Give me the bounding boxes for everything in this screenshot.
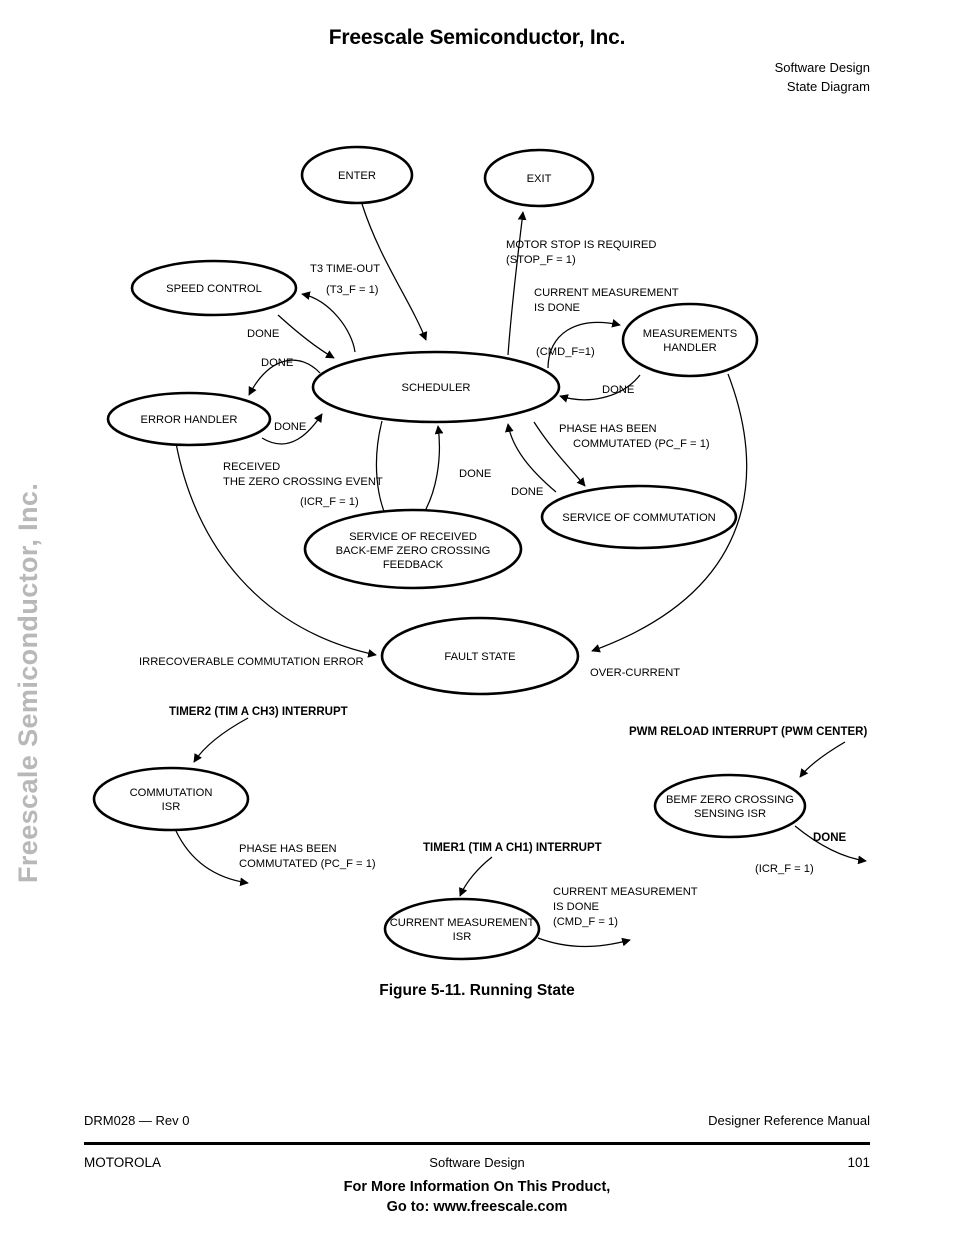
node-service-of-commutation: SERVICE OF COMMUTATION: [540, 484, 738, 550]
label-phase-commutated-2: COMMUTATED (PC_F = 1): [573, 438, 710, 450]
node-current-measurement-isr-label-1: CURRENT MEASUREMENT: [390, 917, 535, 929]
node-enter-label: ENTER: [338, 170, 376, 182]
label-isr-done: DONE: [813, 832, 847, 844]
edge-scheduler-to-speed-control: [301, 291, 356, 353]
label-isr-phase-commutated-2: COMMUTATED (PC_F = 1): [239, 858, 376, 870]
label-pwm-reload-interrupt: PWM RELOAD INTERRUPT (PWM CENTER): [629, 726, 867, 738]
node-bemf-zero-crossing-isr: BEMF ZERO CROSSING SENSING ISR: [653, 773, 807, 839]
footer-divider: [84, 1142, 870, 1145]
node-commutation-isr-label-1: COMMUTATION: [130, 787, 213, 799]
label-done-commutation: DONE: [511, 486, 543, 498]
node-scheduler-label: SCHEDULER: [401, 382, 470, 394]
node-scheduler: SCHEDULER: [311, 350, 561, 424]
footer-promo: For More Information On This Product, Go…: [0, 1177, 954, 1217]
node-current-measurement-isr-label-2: ISR: [453, 931, 472, 943]
edge-pwm-reload-to-bemf-isr: [799, 741, 846, 778]
label-motor-stop-2: (STOP_F = 1): [506, 254, 576, 266]
label-timer1-interrupt: TIMER1 (TIM A CH1) INTERRUPT: [423, 842, 602, 854]
footer-doc-id: DRM028 — Rev 0: [84, 1113, 190, 1128]
node-backemf-label-2: BACK-EMF ZERO CROSSING: [336, 545, 491, 557]
label-current-measurement-done-2: IS DONE: [534, 302, 580, 314]
edge-commutation-isr-out: [175, 830, 249, 887]
document-page: Freescale Semiconductor, Inc. Freescale …: [0, 0, 954, 1235]
node-backemf-feedback: SERVICE OF RECEIVED BACK-EMF ZERO CROSSI…: [303, 508, 523, 590]
label-t3-timeout-2: (T3_F = 1): [326, 284, 379, 296]
node-speed-control-label: SPEED CONTROL: [166, 283, 262, 295]
label-irrecoverable-commutation-error: IRRECOVERABLE COMMUTATION ERROR: [139, 656, 364, 668]
label-current-measurement-done-1: CURRENT MEASUREMENT: [534, 287, 679, 299]
node-bemf-isr-label-2: SENSING ISR: [694, 808, 766, 820]
node-error-handler: ERROR HANDLER: [106, 391, 272, 447]
label-done-error-in: DONE: [274, 421, 306, 433]
footer-manual-name: Designer Reference Manual: [708, 1113, 870, 1128]
edge-timer2-to-commutation-isr: [193, 717, 249, 763]
edge-speed-control-to-scheduler: [277, 314, 335, 359]
label-t3-timeout-1: T3 TIME-OUT: [310, 263, 380, 275]
edge-scheduler-to-exit: [507, 211, 527, 356]
footer-promo-line-1: For More Information On This Product,: [343, 1179, 611, 1195]
label-phase-commutated-1: PHASE HAS BEEN: [559, 423, 657, 435]
label-received-zc-1: RECEIVED: [223, 461, 280, 473]
footer-bottom-row: MOTOROLA Software Design 101: [84, 1155, 870, 1170]
label-isr-current-measurement-2: IS DONE: [553, 901, 599, 913]
state-diagram: ENTER EXIT SPEED CONTROL SCHEDULER ERROR…: [92, 145, 867, 961]
node-error-handler-label: ERROR HANDLER: [141, 414, 238, 426]
label-done-speed-control: DONE: [247, 328, 279, 340]
label-motor-stop-1: MOTOR STOP IS REQUIRED: [506, 239, 656, 251]
node-exit: EXIT: [483, 148, 595, 208]
footer-section: Software Design: [429, 1155, 525, 1170]
label-done-measurements: DONE: [602, 384, 634, 396]
node-measurements-handler: MEASUREMENTS HANDLER: [621, 302, 759, 378]
label-isr-current-measurement-3: (CMD_F = 1): [553, 916, 618, 928]
edge-service-commutation-to-scheduler: [504, 423, 557, 493]
label-timer2-interrupt: TIMER2 (TIM A CH3) INTERRUPT: [169, 706, 348, 718]
footer-top-row: DRM028 — Rev 0 Designer Reference Manual: [84, 1113, 870, 1128]
node-bemf-isr-label-1: BEMF ZERO CROSSING: [666, 794, 794, 806]
node-speed-control: SPEED CONTROL: [130, 259, 298, 317]
label-isr-phase-commutated-1: PHASE HAS BEEN: [239, 843, 337, 855]
label-isr-icr-f: (ICR_F = 1): [755, 863, 814, 875]
label-isr-current-measurement-1: CURRENT MEASUREMENT: [553, 886, 698, 898]
edge-backemf-to-scheduler: [417, 425, 444, 523]
node-exit-label: EXIT: [527, 173, 552, 185]
label-received-zc-3: (ICR_F = 1): [300, 496, 359, 508]
edge-current-measurement-isr-out: [537, 937, 631, 948]
label-cmd-f-1: (CMD_F=1): [536, 346, 595, 358]
node-backemf-label-3: FEEDBACK: [383, 559, 444, 571]
figure-caption: Figure 5-11. Running State: [379, 982, 575, 999]
node-commutation-isr-label-2: ISR: [162, 801, 181, 813]
footer-promo-line-2: Go to: www.freescale.com: [386, 1199, 568, 1215]
label-received-zc-2: THE ZERO CROSSING EVENT: [223, 476, 383, 488]
node-fault-state: FAULT STATE: [380, 616, 580, 696]
node-backemf-label-1: SERVICE OF RECEIVED: [349, 531, 477, 543]
node-current-measurement-isr: CURRENT MEASUREMENT ISR: [383, 897, 541, 961]
label-done-error-out: DONE: [261, 357, 293, 369]
node-measurements-handler-label-2: HANDLER: [663, 342, 716, 354]
node-fault-state-label: FAULT STATE: [444, 651, 515, 663]
edge-scheduler-to-backemf: [375, 420, 391, 525]
node-service-of-commutation-label: SERVICE OF COMMUTATION: [562, 512, 716, 524]
node-enter: ENTER: [300, 145, 414, 205]
label-over-current: OVER-CURRENT: [590, 667, 680, 679]
edge-timer1-to-current-measurement-isr: [459, 856, 493, 897]
node-measurements-handler-label-1: MEASUREMENTS: [643, 328, 737, 340]
label-done-backemf: DONE: [459, 468, 491, 480]
node-commutation-isr: COMMUTATION ISR: [92, 766, 250, 832]
